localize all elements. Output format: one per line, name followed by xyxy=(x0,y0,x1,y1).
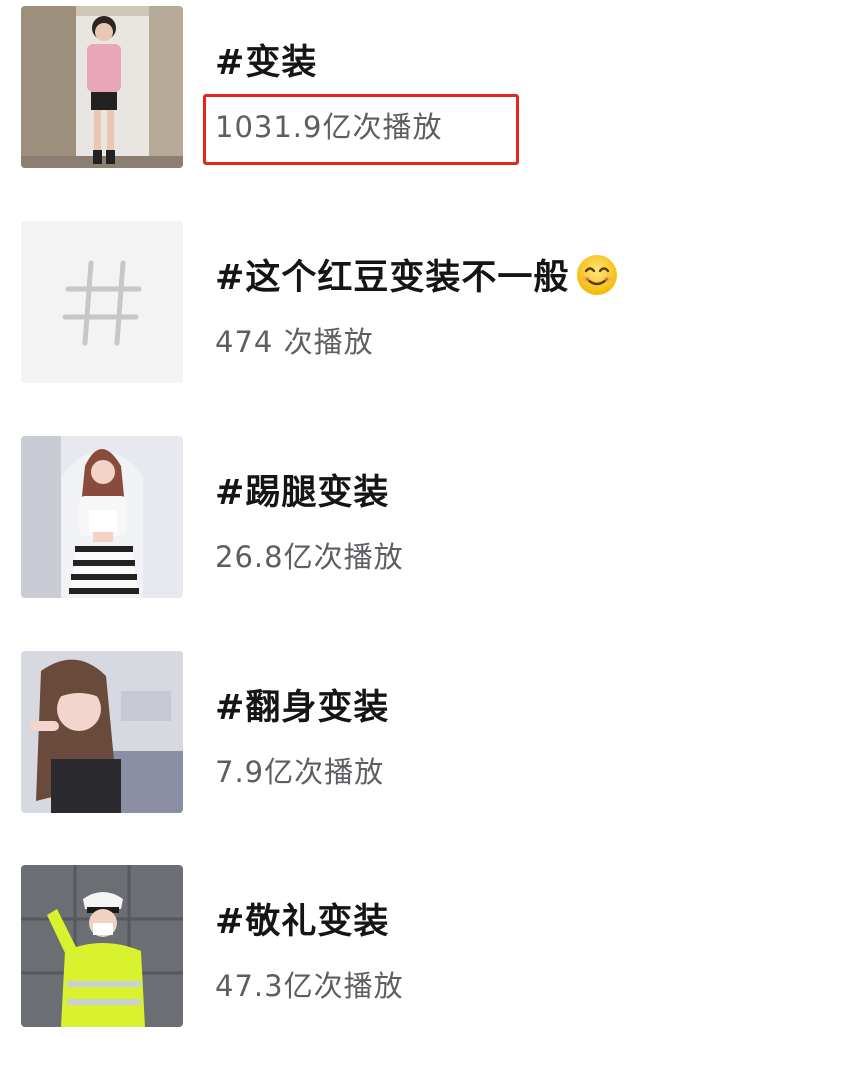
highlight-box xyxy=(203,94,519,165)
topic-title: #翻身变装 xyxy=(215,688,390,728)
person-photo-icon[interactable] xyxy=(21,436,183,598)
topic-title: #变装 xyxy=(215,43,318,83)
hashtag-icon[interactable] xyxy=(21,221,183,383)
topic-title-text: #这个红豆变装不一般 xyxy=(215,258,570,298)
topic-title: #敬礼变装 xyxy=(215,902,390,942)
play-count: 47.3亿次播放 xyxy=(215,969,404,1003)
person-photo-icon[interactable] xyxy=(21,865,183,1027)
person-photo-icon[interactable] xyxy=(21,651,183,813)
topic-title: #这个红豆变装不一般 xyxy=(215,249,619,300)
topic-title: #踢腿变装 xyxy=(215,473,390,513)
topic-item-hongdou[interactable]: #这个红豆变装不一般 474 次播放 xyxy=(0,221,855,421)
topic-item-bianzhuang[interactable]: #变装 1031.9亿次播放 xyxy=(0,6,855,206)
smiling-face-icon xyxy=(577,254,618,295)
topic-item-jingli[interactable]: #敬礼变装 47.3亿次播放 xyxy=(0,865,855,1065)
topic-item-titui[interactable]: #踢腿变装 26.8亿次播放 xyxy=(0,436,855,636)
play-count: 474 次播放 xyxy=(215,325,374,359)
person-photo-icon[interactable] xyxy=(21,6,183,168)
play-count: 7.9亿次播放 xyxy=(215,755,385,789)
play-count: 26.8亿次播放 xyxy=(215,540,404,574)
topic-item-fanshen[interactable]: #翻身变装 7.9亿次播放 xyxy=(0,651,855,851)
